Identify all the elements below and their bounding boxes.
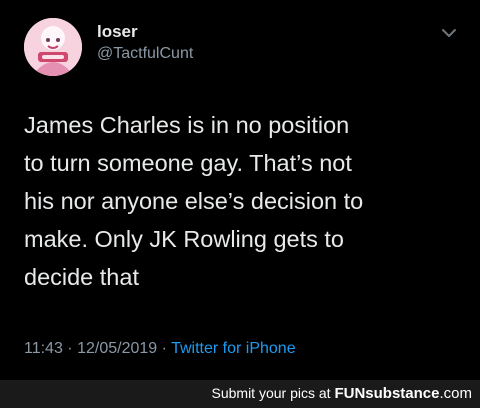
tweet-source-link[interactable]: Twitter for iPhone bbox=[171, 340, 296, 357]
chevron-down-icon[interactable] bbox=[440, 26, 458, 40]
watermark-footer: Submit your pics at FUNsubstance.com bbox=[0, 380, 480, 408]
avatar[interactable] bbox=[24, 18, 82, 76]
tweet-time[interactable]: 11:43 bbox=[24, 340, 63, 357]
meta-separator: · bbox=[157, 340, 172, 357]
tweet-text-line: James Charles is in no position bbox=[24, 112, 350, 138]
brand-main: substance bbox=[365, 385, 440, 402]
brand-suffix: .com bbox=[439, 385, 472, 402]
tweet-meta: 11:43 · 12/05/2019 · Twitter for iPhone bbox=[24, 340, 296, 358]
user-handle[interactable]: @TactfulCunt bbox=[97, 45, 193, 63]
tweet-card: loser @TactfulCunt James Charles is in n… bbox=[0, 0, 480, 380]
meta-separator: · bbox=[62, 340, 78, 357]
tweet-text-line: make. Only JK Rowling gets to bbox=[24, 226, 344, 252]
user-name[interactable]: loser bbox=[97, 22, 138, 42]
tweet-text: James Charles is in no position to turn … bbox=[24, 106, 464, 296]
avatar-image bbox=[24, 18, 82, 76]
footer-prompt: Submit your pics at bbox=[211, 385, 331, 401]
tweet-date[interactable]: 12/05/2019 bbox=[77, 340, 157, 357]
tweet-text-line: decide that bbox=[24, 264, 139, 290]
tweet-text-line: his nor anyone else’s decision to bbox=[24, 188, 364, 214]
tweet-text-line: to turn someone gay. That’s not bbox=[24, 150, 352, 176]
funsubstance-logo[interactable]: FUNsubstance.com bbox=[334, 385, 472, 402]
brand-prefix: FUN bbox=[334, 385, 366, 402]
